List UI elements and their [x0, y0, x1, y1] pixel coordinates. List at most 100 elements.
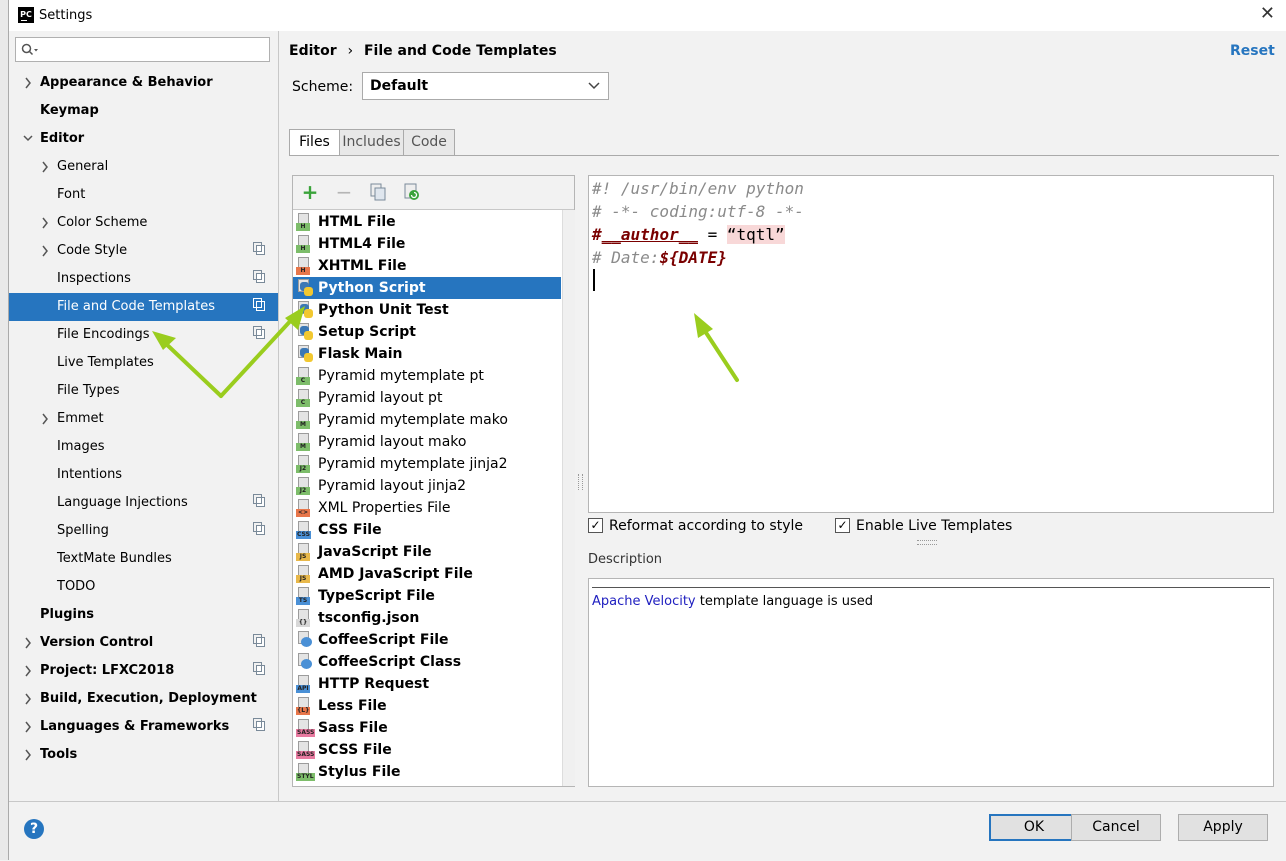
sidebar-item-code-style[interactable]: Code Style: [9, 237, 278, 265]
list-item[interactable]: H XHTML File: [293, 255, 561, 277]
reset-template-button[interactable]: [402, 182, 422, 202]
list-item[interactable]: Python Script: [293, 277, 561, 299]
sidebar-item-intentions[interactable]: Intentions: [9, 461, 278, 489]
sidebar-item-inspections[interactable]: Inspections: [9, 265, 278, 293]
list-item[interactable]: J2 Pyramid mytemplate jinja2: [293, 453, 561, 475]
settings-dialog: PC Settings ✕ Appearance & Behavior Keyma…: [8, 0, 1286, 861]
list-item[interactable]: Setup Script: [293, 321, 561, 343]
template-name: Stylus File: [318, 764, 401, 780]
sidebar-item-general[interactable]: General: [9, 153, 278, 181]
list-item[interactable]: J2 Pyramid layout jinja2: [293, 475, 561, 497]
sidebar-item-label: Editor: [40, 131, 85, 146]
code-line-3: #__author__ = “tqtl”: [592, 223, 785, 246]
add-template-button[interactable]: +: [300, 182, 320, 202]
template-name: Less File: [318, 698, 387, 714]
reset-link[interactable]: Reset: [1230, 43, 1275, 59]
cancel-button[interactable]: Cancel: [1071, 814, 1161, 841]
ok-button[interactable]: OK: [989, 814, 1079, 841]
list-item[interactable]: H HTML4 File: [293, 233, 561, 255]
sidebar-item-file-encodings[interactable]: File Encodings: [9, 321, 278, 349]
project-scope-icon: [253, 494, 265, 507]
sidebar-item-tools[interactable]: Tools: [9, 741, 278, 769]
file-type-icon: TS: [296, 587, 313, 605]
file-type-icon: J2: [296, 477, 313, 495]
sidebar-item-textmate-bundles[interactable]: TextMate Bundles: [9, 545, 278, 573]
apply-button[interactable]: Apply: [1178, 814, 1268, 841]
list-item[interactable]: M Pyramid layout mako: [293, 431, 561, 453]
search-input[interactable]: [15, 37, 270, 62]
list-item[interactable]: H HTML File: [293, 211, 561, 233]
file-type-icon: SASS: [296, 719, 316, 737]
list-toolbar: + −: [293, 176, 574, 210]
reformat-option[interactable]: ✓ Reformat according to style: [588, 516, 818, 536]
list-item[interactable]: C Pyramid mytemplate pt: [293, 365, 561, 387]
sidebar-item-todo[interactable]: TODO: [9, 573, 278, 601]
list-item[interactable]: API HTTP Request: [293, 673, 561, 695]
list-item[interactable]: {} tsconfig.json: [293, 607, 561, 629]
template-editor[interactable]: #! /usr/bin/env python # -*- coding:utf-…: [588, 175, 1274, 513]
list-item[interactable]: {L} Less File: [293, 695, 561, 717]
sidebar-item-keymap[interactable]: Keymap: [9, 97, 278, 125]
velocity-link[interactable]: Apache Velocity: [592, 594, 696, 609]
remove-template-button[interactable]: −: [334, 182, 354, 202]
description-text: Apache Velocity template language is use…: [592, 594, 873, 609]
sidebar-item-label: Emmet: [57, 411, 104, 426]
list-item[interactable]: CoffeeScript Class: [293, 651, 561, 673]
list-item[interactable]: C Pyramid layout pt: [293, 387, 561, 409]
list-item[interactable]: CoffeeScript File: [293, 629, 561, 651]
template-name: Sass File: [318, 720, 388, 736]
sidebar-item-emmet[interactable]: Emmet: [9, 405, 278, 433]
sidebar-item-plugins[interactable]: Plugins: [9, 601, 278, 629]
live-templates-option[interactable]: ✓ Enable Live Templates: [835, 516, 1035, 536]
sidebar-item-spelling[interactable]: Spelling: [9, 517, 278, 545]
sidebar-item-build-execution-deployment[interactable]: Build, Execution, Deployment: [9, 685, 278, 713]
list-item[interactable]: SASS SCSS File: [293, 739, 561, 761]
list-item[interactable]: M Pyramid mytemplate mako: [293, 409, 561, 431]
tab-files[interactable]: Files: [289, 129, 340, 156]
file-type-icon: [296, 653, 313, 671]
template-name: AMD JavaScript File: [318, 566, 473, 582]
list-scrollbar[interactable]: [562, 210, 575, 786]
tab-code[interactable]: Code: [403, 129, 455, 156]
horizontal-splitter[interactable]: [917, 540, 937, 545]
list-item[interactable]: STYL Stylus File: [293, 761, 561, 783]
list-item[interactable]: SASS Sass File: [293, 717, 561, 739]
scheme-dropdown[interactable]: Default: [362, 72, 609, 100]
list-item[interactable]: JS JavaScript File: [293, 541, 561, 563]
sidebar-item-color-scheme[interactable]: Color Scheme: [9, 209, 278, 237]
sidebar-item-appearance-behavior[interactable]: Appearance & Behavior: [9, 69, 278, 97]
list-item[interactable]: TS TypeScript File: [293, 585, 561, 607]
sidebar-item-project-lfxc2018[interactable]: Project: LFXC2018: [9, 657, 278, 685]
vertical-splitter[interactable]: [578, 474, 583, 490]
list-item[interactable]: JS AMD JavaScript File: [293, 563, 561, 585]
close-icon[interactable]: ✕: [1260, 3, 1275, 24]
code-line-2: # -*- coding:utf-8 -*-: [592, 202, 804, 221]
template-name: CSS File: [318, 522, 382, 538]
sidebar-item-version-control[interactable]: Version Control: [9, 629, 278, 657]
list-item[interactable]: Python Unit Test: [293, 299, 561, 321]
sidebar-item-label: Spelling: [57, 523, 109, 538]
live-templates-checkbox[interactable]: ✓: [835, 518, 850, 533]
sidebar-item-file-types[interactable]: File Types: [9, 377, 278, 405]
project-scope-icon: [253, 326, 265, 339]
reformat-checkbox[interactable]: ✓: [588, 518, 603, 533]
list-item[interactable]: <> XML Properties File: [293, 497, 561, 519]
sidebar-item-file-and-code-templates[interactable]: File and Code Templates: [9, 293, 278, 321]
tab-includes[interactable]: Includes: [339, 129, 404, 156]
file-type-icon: CSS: [296, 521, 313, 539]
list-item[interactable]: CSS CSS File: [293, 519, 561, 541]
sidebar-item-live-templates[interactable]: Live Templates: [9, 349, 278, 377]
description-panel: Apache Velocity template language is use…: [588, 578, 1274, 787]
sidebar-item-images[interactable]: Images: [9, 433, 278, 461]
template-name: Pyramid mytemplate pt: [318, 368, 484, 384]
list-item[interactable]: Flask Main: [293, 343, 561, 365]
copy-template-button[interactable]: [368, 182, 388, 202]
file-type-icon: {L}: [296, 697, 313, 715]
sidebar-item-language-injections[interactable]: Language Injections: [9, 489, 278, 517]
sidebar-item-editor[interactable]: Editor: [9, 125, 278, 153]
code-author-var: __author__: [601, 225, 698, 244]
help-icon[interactable]: ?: [24, 819, 44, 839]
sidebar-item-font[interactable]: Font: [9, 181, 278, 209]
sidebar-item-languages-frameworks[interactable]: Languages & Frameworks: [9, 713, 278, 741]
chevron-right-icon[interactable]: [22, 741, 34, 780]
